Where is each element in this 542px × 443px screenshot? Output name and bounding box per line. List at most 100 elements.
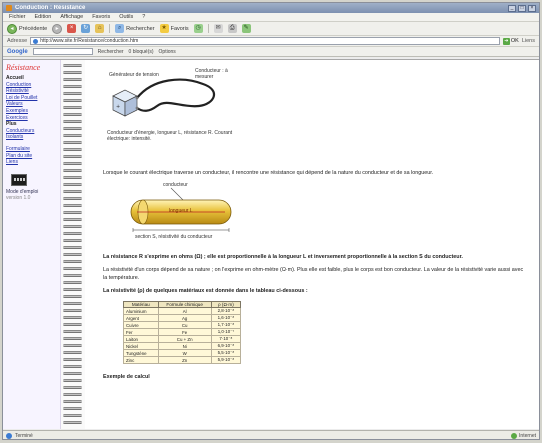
table-cell: 5,9·10⁻⁸ <box>210 356 242 365</box>
spiral-ring <box>63 204 82 207</box>
battery-cube: + <box>112 89 138 117</box>
menu-view[interactable]: Affichage <box>60 14 83 20</box>
table-cell: Ni <box>157 342 212 351</box>
browser-window: Conduction : Résistance _ □ × Fichier Ed… <box>2 2 540 440</box>
menu-file[interactable]: Fichier <box>9 14 26 20</box>
history-icon[interactable]: ◷ <box>193 24 203 33</box>
sidebar-item-4[interactable]: Valeurs <box>6 101 57 108</box>
favorites-button[interactable]: ★ Favoris <box>159 24 189 33</box>
spiral-ring <box>63 253 82 256</box>
back-button[interactable]: ◂ Précédente <box>7 23 48 34</box>
sidebar-item-5[interactable]: Exemples <box>6 108 57 115</box>
sidebar-item-3[interactable]: Loi de Pouillet <box>6 95 57 102</box>
internet-zone-icon <box>511 432 518 439</box>
star-icon: ★ <box>159 24 169 33</box>
spiral-ring <box>63 232 82 235</box>
favorites-label: Favoris <box>170 25 189 32</box>
table-cell: 7·10⁻⁸ <box>210 335 242 344</box>
back-label: Précédente <box>19 25 48 32</box>
mail-icon[interactable]: ✉ <box>213 24 223 33</box>
google-logo: Google <box>7 48 28 55</box>
spiral-ring <box>63 141 82 144</box>
table-cell: Ag <box>157 314 212 323</box>
spiral-ring <box>63 225 82 228</box>
spiral-ring <box>63 393 82 396</box>
spiral-ring <box>63 127 82 130</box>
google-toolbar: Google Rechercher 0 bloqué(s) Options <box>3 47 539 57</box>
spiral-ring <box>63 246 82 249</box>
table-cell: Zinc <box>123 356 159 365</box>
spiral-ring <box>63 260 82 263</box>
menu-help[interactable]: ? <box>142 14 145 20</box>
stop-icon[interactable]: × <box>67 24 77 33</box>
paragraph-law: La résistance R s'exprime en ohms (Ω) ; … <box>103 254 463 261</box>
close-button[interactable]: × <box>528 4 536 12</box>
spiral-ring <box>63 78 82 81</box>
table-cell: Zn <box>157 356 212 365</box>
browser-icon <box>6 5 12 11</box>
go-arrow-icon: ➜ <box>502 37 510 45</box>
sidebar-nav: Accueil Conduction Résistivité Loi de Pouil… <box>6 75 57 141</box>
keyboard-icon[interactable] <box>11 173 27 186</box>
status-text: Terminé <box>15 432 33 439</box>
home-icon[interactable]: ⌂ <box>95 24 105 33</box>
measure-label: Conducteur : à mesurer <box>195 68 228 80</box>
sidebar-item-2[interactable]: Résistivité <box>6 88 57 95</box>
sidebar-extra-item-2[interactable]: Liens <box>6 159 57 166</box>
page-content: Résistance Accueil Conduction Résistivité L… <box>3 59 539 429</box>
sidebar-item-0[interactable]: Accueil <box>6 75 57 82</box>
sidebar-nav-secondary: Formulaire Plan du site Liens <box>6 146 57 166</box>
maximize-button[interactable]: □ <box>518 4 526 12</box>
navigation-toolbar: ◂ Précédente ▸ × ↻ ⌂ ⌕ Rechercher ★ Favo… <box>3 22 539 36</box>
table-row: Tungstène W 5,5·10⁻⁸ <box>123 349 242 358</box>
go-button[interactable]: ➜ OK <box>502 37 519 45</box>
sidebar-item-8[interactable]: Conducteurs <box>6 128 57 135</box>
spiral-ring <box>63 106 82 109</box>
refresh-icon[interactable]: ↻ <box>81 24 91 33</box>
menu-favorites[interactable]: Favoris <box>92 14 110 20</box>
menu-edit[interactable]: Edition <box>35 14 52 20</box>
links-button[interactable]: Liens <box>522 38 535 44</box>
length-label: longueur L <box>169 208 193 215</box>
edit-icon[interactable]: ✎ <box>241 24 251 33</box>
sidebar-item-7[interactable]: Plus <box>6 121 57 128</box>
address-input[interactable]: http://www.site.fr/Resistance/conduction… <box>30 37 500 45</box>
table-row: Argent Ag 1,6·10⁻⁸ <box>123 314 242 323</box>
spiral-ring <box>63 400 82 403</box>
spiral-ring <box>63 358 82 361</box>
spiral-ring <box>63 330 82 333</box>
google-options-button[interactable]: Options <box>159 49 176 55</box>
search-label: Rechercher <box>126 25 155 32</box>
spiral-ring <box>63 148 82 151</box>
spiral-ring <box>63 169 82 172</box>
minimize-button[interactable]: _ <box>508 4 516 12</box>
print-icon[interactable]: ⎙ <box>227 24 237 33</box>
conductor-figure: conducteur longueur L section S, résisti… <box>123 182 243 244</box>
spiral-ring <box>63 239 82 242</box>
menu-tools[interactable]: Outils <box>119 14 133 20</box>
google-search-input[interactable] <box>32 48 93 55</box>
spiral-ring <box>63 365 82 368</box>
sidebar-item-1[interactable]: Conduction <box>6 82 57 89</box>
search-button[interactable]: ⌕ Rechercher <box>115 24 155 33</box>
paragraph-table-intro: La résistivité (ρ) de quelques matériaux… <box>103 287 308 294</box>
sidebar-extra-item-0[interactable]: Formulaire <box>6 146 57 153</box>
sidebar-extra-item-1[interactable]: Plan du site <box>6 153 57 160</box>
table-cell: 6,9·10⁻⁸ <box>210 342 242 351</box>
popup-blocked-indicator[interactable]: 0 bloqué(s) <box>129 49 154 55</box>
table-cell: W <box>157 349 212 358</box>
table-cell: Cu + Zn <box>157 335 212 344</box>
title-bar: Conduction : Résistance _ □ × <box>3 3 539 13</box>
sidebar-item-6[interactable]: Exercices <box>6 115 57 122</box>
spiral-ring <box>63 113 82 116</box>
forward-button[interactable]: ▸ <box>52 23 63 34</box>
spiral-ring <box>63 386 82 389</box>
sidebar-item-9[interactable]: Isolants <box>6 134 57 141</box>
spiral-ring <box>63 155 82 158</box>
spiral-ring <box>63 190 82 193</box>
section-heading-example: Exemple de calcul <box>103 374 150 381</box>
spiral-ring <box>63 183 82 186</box>
google-search-button[interactable]: Rechercher <box>98 49 124 55</box>
table-cell: Aluminium <box>123 307 159 316</box>
spiral-ring <box>63 267 82 270</box>
